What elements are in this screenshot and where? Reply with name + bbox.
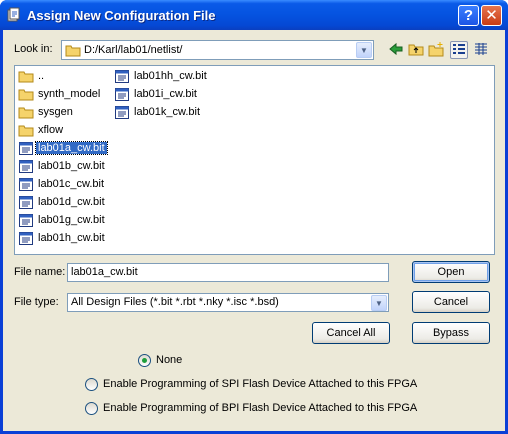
list-item-label: lab01i_cw.bit	[134, 88, 197, 100]
cancel-all-button[interactable]: Cancel All	[312, 322, 390, 344]
folder-icon	[18, 105, 34, 120]
title-bar[interactable]: Assign New Configuration File ? ✕	[0, 0, 508, 30]
bit-file-icon	[114, 69, 130, 84]
list-item-label: lab01c_cw.bit	[38, 178, 105, 190]
bit-file-icon	[18, 213, 34, 228]
list-item-label: lab01a_cw.bit	[35, 141, 108, 155]
filetype-dropdown[interactable]: All Design Files (*.bit *.rbt *.nky *.is…	[67, 293, 389, 312]
help-button[interactable]: ?	[458, 5, 479, 26]
filetype-label: File type:	[14, 296, 59, 308]
folder-icon	[18, 87, 34, 102]
list-item-selected[interactable]: lab01a_cw.bit	[16, 140, 108, 157]
bit-file-icon	[114, 105, 130, 120]
new-folder-icon[interactable]	[427, 41, 445, 59]
folder-icon	[65, 43, 81, 60]
list-item-label: lab01k_cw.bit	[134, 106, 201, 118]
chevron-down-icon[interactable]: ▼	[356, 42, 372, 58]
folder-icon	[18, 123, 34, 138]
folder-icon	[18, 69, 34, 84]
list-item[interactable]: synth_model	[16, 86, 100, 103]
radio-bpi-flash[interactable]	[85, 402, 98, 415]
list-item-label: lab01d_cw.bit	[38, 196, 105, 208]
radio-spi-flash[interactable]	[85, 378, 98, 391]
dialog-body: Look in: D:/Karl/lab01/netlist/ ▼ .. syn…	[3, 30, 505, 431]
bypass-button[interactable]: Bypass	[412, 322, 490, 344]
close-button[interactable]: ✕	[481, 5, 502, 26]
cancel-button[interactable]: Cancel	[412, 291, 490, 313]
list-item-label: ..	[38, 70, 45, 82]
filename-input[interactable]: lab01a_cw.bit	[67, 263, 389, 282]
bit-file-icon	[18, 141, 34, 156]
list-item[interactable]: lab01h_cw.bit	[16, 230, 105, 247]
list-item-label: lab01g_cw.bit	[38, 214, 105, 226]
list-item[interactable]: lab01g_cw.bit	[16, 212, 105, 229]
radio-spi-flash-label: Enable Programming of SPI Flash Device A…	[103, 378, 418, 390]
list-item[interactable]: sysgen	[16, 104, 73, 121]
file-list[interactable]: .. synth_model sysgen xflow lab01a_cw.bi…	[14, 65, 495, 255]
radio-none[interactable]	[138, 354, 151, 367]
bit-file-icon	[18, 159, 34, 174]
app-icon	[6, 7, 22, 23]
list-view-icon[interactable]	[450, 41, 468, 59]
list-item[interactable]: xflow	[16, 122, 63, 139]
dialog-window: Assign New Configuration File ? ✕ Look i…	[0, 0, 508, 434]
bit-file-icon	[18, 231, 34, 246]
list-item-label: sysgen	[38, 106, 73, 118]
lookin-dropdown[interactable]: D:/Karl/lab01/netlist/ ▼	[61, 40, 374, 60]
list-item-label: lab01hh_cw.bit	[134, 70, 207, 82]
filename-label: File name:	[14, 266, 66, 278]
list-item-label: lab01h_cw.bit	[38, 232, 105, 244]
list-item-label: xflow	[38, 124, 64, 136]
open-button[interactable]: Open	[412, 261, 490, 283]
bit-file-icon	[18, 177, 34, 192]
list-item[interactable]: ..	[16, 68, 44, 85]
back-arrow-icon[interactable]	[387, 41, 405, 59]
radio-bpi-flash-label: Enable Programming of BPI Flash Device A…	[103, 402, 418, 414]
filetype-value: All Design Files (*.bit *.rbt *.nky *.is…	[71, 296, 279, 308]
list-item-label: lab01b_cw.bit	[38, 160, 105, 172]
lookin-label: Look in:	[14, 43, 53, 55]
up-folder-icon[interactable]	[407, 41, 425, 59]
chevron-down-icon[interactable]: ▼	[371, 295, 387, 311]
bit-file-icon	[114, 87, 130, 102]
list-item[interactable]: lab01d_cw.bit	[16, 194, 105, 211]
window-title: Assign New Configuration File	[27, 8, 216, 23]
list-item[interactable]: lab01k_cw.bit	[112, 104, 200, 121]
list-item-label: synth_model	[38, 88, 101, 100]
lookin-path: D:/Karl/lab01/netlist/	[84, 44, 183, 56]
details-view-icon[interactable]	[472, 41, 490, 59]
list-item[interactable]: lab01c_cw.bit	[16, 176, 104, 193]
bit-file-icon	[18, 195, 34, 210]
list-item[interactable]: lab01b_cw.bit	[16, 158, 105, 175]
list-item[interactable]: lab01hh_cw.bit	[112, 68, 207, 85]
radio-none-label: None	[156, 354, 183, 366]
list-item[interactable]: lab01i_cw.bit	[112, 86, 197, 103]
